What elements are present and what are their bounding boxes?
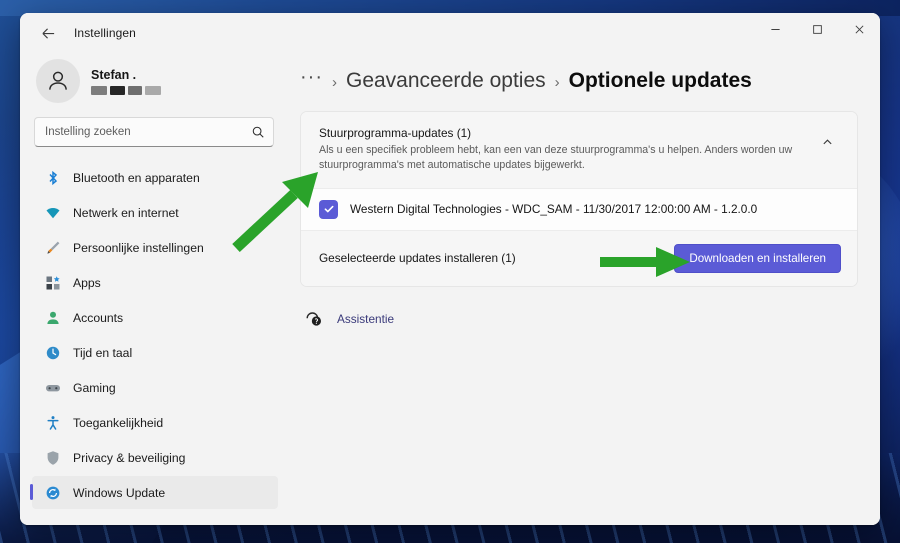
minimize-button[interactable]: [754, 13, 796, 45]
download-and-install-button[interactable]: Downloaden en installeren: [674, 243, 841, 273]
clock-globe-icon: [44, 344, 61, 361]
search-input[interactable]: [45, 126, 251, 138]
window-body: Stefan . Instelling zoeken Bluetooth en …: [20, 53, 880, 525]
breadcrumb: ··· › Geavanceerde opties › Optionele up…: [296, 53, 858, 111]
paintbrush-icon: [44, 239, 61, 256]
driver-updates-header[interactable]: Stuurprogramma-updates (1) Als u een spe…: [301, 112, 857, 188]
sidebar-item-label: Bluetooth en apparaten: [73, 170, 200, 185]
window-controls: [754, 13, 880, 53]
sidebar-item-label: Apps: [73, 275, 101, 290]
sidebar-item-label: Toegankelijkheid: [73, 415, 164, 430]
gamepad-icon: [44, 379, 61, 396]
install-updates-row: Geselecteerde updates installeren (1) Do…: [301, 230, 857, 286]
sidebar-item-accessibility[interactable]: Toegankelijkheid: [32, 406, 278, 439]
sidebar-item-label: Persoonlijke instellingen: [73, 240, 204, 255]
back-button[interactable]: [32, 19, 64, 47]
profile-name: Stefan .: [91, 67, 137, 82]
sidebar-item-windows-update[interactable]: Windows Update: [30, 476, 278, 509]
sidebar-nav: Bluetooth en apparaten Netwerk en intern…: [30, 161, 278, 509]
desktop-background: Instellingen Stefan . Instelling zoeken …: [0, 0, 900, 543]
collapse-button[interactable]: [813, 128, 841, 156]
maximize-button[interactable]: [796, 13, 838, 45]
chevron-up-icon: [822, 138, 832, 144]
sidebar-item-time-language[interactable]: Tijd en taal: [32, 336, 278, 369]
driver-updates-card: Stuurprogramma-updates (1) Als u een spe…: [300, 111, 858, 287]
shield-icon: [44, 449, 61, 466]
sidebar-item-label: Windows Update: [73, 485, 166, 500]
sidebar-item-gaming[interactable]: Gaming: [32, 371, 278, 404]
breadcrumb-separator: ›: [554, 74, 560, 91]
sidebar-item-privacy-security[interactable]: Privacy & beveiliging: [32, 441, 278, 474]
user-profile[interactable]: Stefan .: [30, 53, 278, 115]
profile-email-redacted: [91, 85, 161, 95]
sidebar: Stefan . Instelling zoeken Bluetooth en …: [20, 53, 288, 525]
accessibility-icon: [44, 414, 61, 431]
minimize-icon: [770, 28, 780, 30]
sidebar-item-label: Tijd en taal: [73, 345, 133, 360]
update-item-label: Western Digital Technologies - WDC_SAM -…: [350, 202, 758, 217]
breadcrumb-parent-link[interactable]: Geavanceerde opties: [346, 69, 546, 93]
window-title: Instellingen: [74, 26, 136, 40]
assistance-link[interactable]: Assistentie: [337, 312, 394, 326]
sidebar-item-personalization[interactable]: Persoonlijke instellingen: [32, 231, 278, 264]
content-area: ··· › Geavanceerde opties › Optionele up…: [288, 53, 880, 525]
sidebar-item-label: Privacy & beveiliging: [73, 450, 186, 465]
install-updates-label: Geselecteerde updates installeren (1): [319, 251, 516, 266]
checkmark-icon: [324, 206, 333, 213]
sidebar-item-label: Accounts: [73, 310, 124, 325]
driver-updates-description: Als u een specifiek probleem hebt, kan e…: [319, 144, 793, 172]
window-titlebar: Instellingen: [20, 13, 880, 53]
search-icon: [252, 126, 264, 138]
driver-updates-header-text: Stuurprogramma-updates (1) Als u een spe…: [319, 126, 813, 174]
wifi-icon: [44, 204, 61, 221]
settings-window: Instellingen Stefan . Instelling zoeken …: [20, 13, 880, 525]
update-checkbox[interactable]: [319, 199, 338, 219]
search-box[interactable]: [34, 117, 274, 147]
apps-grid-icon: [44, 274, 61, 291]
person-icon: [49, 71, 67, 90]
bluetooth-icon: [44, 169, 61, 186]
avatar: [36, 59, 80, 103]
sidebar-item-apps[interactable]: Apps: [32, 266, 278, 299]
sidebar-item-label: Netwerk en internet: [73, 205, 179, 220]
sidebar-item-accounts[interactable]: Accounts: [32, 301, 278, 334]
update-item-row[interactable]: Western Digital Technologies - WDC_SAM -…: [301, 188, 857, 230]
update-sync-icon: [44, 484, 61, 501]
close-icon: [855, 25, 863, 33]
sidebar-item-bluetooth[interactable]: Bluetooth en apparaten: [32, 161, 278, 194]
close-button[interactable]: [838, 13, 880, 45]
sidebar-item-network[interactable]: Netwerk en internet: [32, 196, 278, 229]
breadcrumb-separator: ›: [331, 74, 337, 91]
profile-text: Stefan .: [91, 68, 161, 95]
sidebar-item-label: Gaming: [73, 380, 116, 395]
maximize-icon: [812, 24, 822, 34]
back-arrow-icon: [41, 27, 54, 39]
page-title: Optionele updates: [568, 69, 752, 92]
driver-updates-title: Stuurprogramma-updates (1): [319, 126, 472, 140]
account-icon: [44, 309, 61, 326]
help-support-icon: [306, 312, 321, 326]
help-row[interactable]: Assistentie: [304, 309, 858, 329]
breadcrumb-overflow-button[interactable]: ···: [300, 67, 323, 87]
